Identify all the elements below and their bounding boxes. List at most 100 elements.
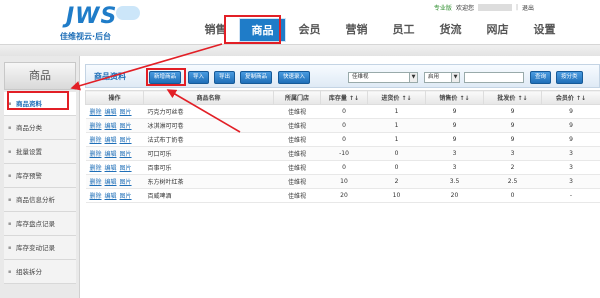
export-button[interactable]: 导出 bbox=[214, 71, 236, 84]
status-select-value: 启用 bbox=[428, 74, 440, 80]
image-link[interactable]: 图片 bbox=[120, 137, 132, 144]
image-link[interactable]: 图片 bbox=[120, 109, 132, 116]
sidebar-item-product-analysis[interactable]: 商品信息分析 bbox=[4, 188, 76, 212]
image-link[interactable]: 图片 bbox=[120, 151, 132, 158]
edit-link[interactable]: 编辑 bbox=[105, 123, 117, 130]
nav-staff[interactable]: 员工 bbox=[380, 18, 427, 42]
chevron-down-icon: ▼ bbox=[451, 73, 459, 82]
cell-store: 佳维视 bbox=[273, 160, 321, 175]
sidebar-item-stock-alert[interactable]: 库存预警 bbox=[4, 164, 76, 188]
logo-subtitle: 佳维视云·后台 bbox=[60, 32, 112, 41]
nav-settings[interactable]: 设置 bbox=[521, 18, 568, 42]
cell-store: 佳维视 bbox=[273, 188, 321, 203]
separator: | bbox=[515, 3, 518, 11]
search-input[interactable] bbox=[464, 72, 524, 83]
edit-link[interactable]: 编辑 bbox=[105, 179, 117, 186]
cell-name: 东方树叶红茶 bbox=[143, 174, 274, 189]
sidebar-item-stocktake-records[interactable]: 库存盘点记录 bbox=[4, 212, 76, 236]
cell-member-price: 9 bbox=[541, 132, 600, 147]
delete-link[interactable]: 删除 bbox=[90, 123, 102, 130]
image-link[interactable]: 图片 bbox=[120, 165, 132, 172]
cell-wholesale-price: 2.5 bbox=[483, 174, 542, 189]
image-link[interactable]: 图片 bbox=[120, 123, 132, 130]
col-header-sale-price[interactable]: 销售价 ↑↓ bbox=[425, 90, 484, 105]
cell-purchase-price: 1 bbox=[367, 104, 426, 119]
cell-stock: -10 bbox=[320, 146, 368, 161]
cell-stock: 0 bbox=[320, 160, 368, 175]
sidebar-item-assembly[interactable]: 组装拆分 bbox=[4, 260, 76, 284]
cell-purchase-price: 0 bbox=[367, 160, 426, 175]
delete-link[interactable]: 删除 bbox=[90, 165, 102, 172]
image-link[interactable]: 图片 bbox=[120, 193, 132, 200]
sidebar-title: 商品 bbox=[4, 62, 76, 90]
cell-name: 冰淇淋可可卷 bbox=[143, 118, 274, 133]
cell-wholesale-price: 9 bbox=[483, 132, 542, 147]
logout-link[interactable]: 退出 bbox=[522, 3, 534, 12]
cell-store: 佳维视 bbox=[273, 118, 321, 133]
col-header-purchase-price[interactable]: 进货价 ↑↓ bbox=[367, 90, 426, 105]
store-select-value: 佳维视 bbox=[352, 74, 369, 80]
sidebar-highlight-box bbox=[7, 91, 69, 110]
import-button[interactable]: 导入 bbox=[188, 71, 210, 84]
cell-member-price: 9 bbox=[541, 118, 600, 133]
cloud-icon bbox=[116, 6, 140, 20]
delete-link[interactable]: 删除 bbox=[90, 137, 102, 144]
sidebar-item-batch-settings[interactable]: 批量设置 bbox=[4, 140, 76, 164]
delete-link[interactable]: 删除 bbox=[90, 193, 102, 200]
cell-purchase-price: 2 bbox=[367, 174, 426, 189]
cell-stock: 0 bbox=[320, 132, 368, 147]
chevron-down-icon: ▼ bbox=[409, 73, 417, 82]
col-header-wholesale-price[interactable]: 批发价 ↑↓ bbox=[483, 90, 542, 105]
cell-store: 佳维视 bbox=[273, 132, 321, 147]
delete-link[interactable]: 删除 bbox=[90, 179, 102, 186]
cell-name: 百威啤酒 bbox=[143, 188, 274, 203]
logo[interactable]: JWS 佳维视云·后台 bbox=[58, 4, 142, 44]
row-actions: 删除 编辑 图片 bbox=[85, 104, 144, 119]
nav-logistics[interactable]: 货流 bbox=[427, 18, 474, 42]
edit-link[interactable]: 编辑 bbox=[105, 151, 117, 158]
edit-link[interactable]: 编辑 bbox=[105, 165, 117, 172]
logo-text: JWS bbox=[66, 4, 118, 29]
shop-badge: 专业版 bbox=[433, 4, 452, 12]
search-button[interactable]: 查询 bbox=[530, 71, 552, 84]
image-link[interactable]: 图片 bbox=[120, 179, 132, 186]
cell-member-price: 3 bbox=[541, 174, 600, 189]
cell-name: 巧克力可丝卷 bbox=[143, 104, 274, 119]
nav-marketing[interactable]: 营销 bbox=[333, 18, 380, 42]
sidebar-item-category[interactable]: 商品分类 bbox=[4, 116, 76, 140]
cell-name: 可口可乐 bbox=[143, 146, 274, 161]
cell-store: 佳维视 bbox=[273, 146, 321, 161]
page-title: 商品资料 bbox=[94, 72, 126, 81]
row-actions: 删除 编辑 图片 bbox=[85, 118, 144, 133]
delete-link[interactable]: 删除 bbox=[90, 151, 102, 158]
quick-entry-button[interactable]: 快速录入 bbox=[278, 71, 311, 84]
cell-wholesale-price: 3 bbox=[483, 146, 542, 161]
delete-link[interactable]: 删除 bbox=[90, 109, 102, 116]
cell-stock: 10 bbox=[320, 174, 368, 189]
header-divider bbox=[0, 44, 600, 56]
new-product-highlight-box bbox=[146, 68, 186, 86]
status-select[interactable]: 启用 ▼ bbox=[424, 72, 460, 83]
cell-sale-price: 9 bbox=[425, 118, 484, 133]
col-header-stock[interactable]: 库存量 ↑↓ bbox=[320, 90, 368, 105]
main-panel: 商品资料 新增商品 导入 导出 复制商品 快速录入 佳维视 ▼ 启用 ▼ 查询 … bbox=[85, 64, 600, 298]
row-actions: 删除 编辑 图片 bbox=[85, 160, 144, 175]
edit-link[interactable]: 编辑 bbox=[105, 193, 117, 200]
store-select[interactable]: 佳维视 ▼ bbox=[348, 72, 418, 83]
edit-link[interactable]: 编辑 bbox=[105, 137, 117, 144]
cell-sale-price: 3 bbox=[425, 146, 484, 161]
col-header-name[interactable]: 商品名称 bbox=[143, 90, 274, 105]
table-row: 删除 编辑 图片 巧克力可丝卷 佳维视 0 1 9 9 9 bbox=[85, 104, 600, 119]
edit-link[interactable]: 编辑 bbox=[105, 109, 117, 116]
sidebar-item-stock-change-records[interactable]: 库存变动记录 bbox=[4, 236, 76, 260]
toolbar: 商品资料 新增商品 导入 导出 复制商品 快速录入 佳维视 ▼ 启用 ▼ 查询 … bbox=[85, 64, 600, 88]
category-search-button[interactable]: 按分类 bbox=[556, 71, 583, 84]
nav-webshop[interactable]: 网店 bbox=[474, 18, 521, 42]
table-row: 删除 编辑 图片 法式布丁奶卷 佳维视 0 1 9 9 9 bbox=[85, 132, 600, 147]
copy-product-button[interactable]: 复制商品 bbox=[240, 71, 273, 84]
col-header-store[interactable]: 所属门店 bbox=[273, 90, 321, 105]
cell-member-price: 3 bbox=[541, 146, 600, 161]
col-header-member-price[interactable]: 会员价 ↑↓ bbox=[541, 90, 600, 105]
table-row: 删除 编辑 图片 冰淇淋可可卷 佳维视 0 1 9 9 9 bbox=[85, 118, 600, 133]
nav-members[interactable]: 会员 bbox=[286, 18, 333, 42]
